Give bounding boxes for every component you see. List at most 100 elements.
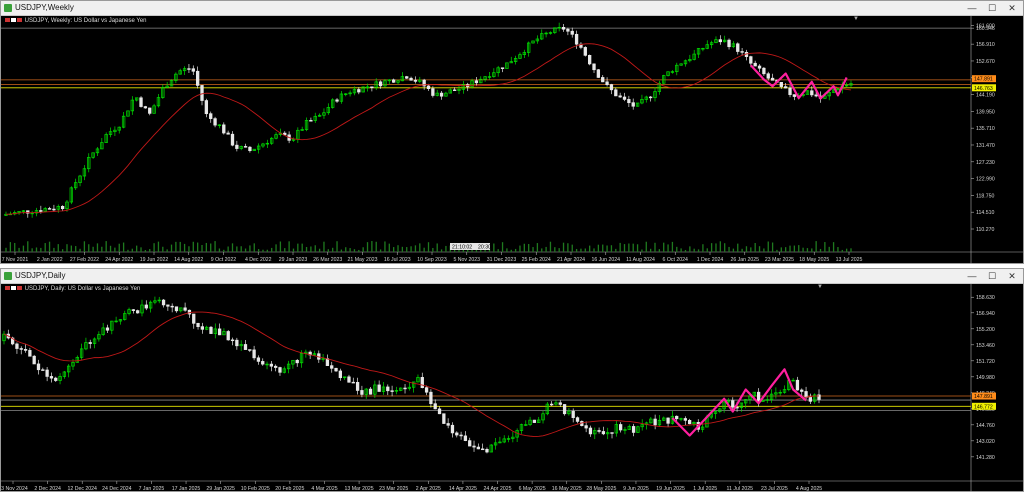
- candle: [204, 100, 209, 115]
- daily-info-text: USDJPY, Daily: US Dollar vs Japanese Yen: [24, 286, 141, 292]
- weekly-candlestick-chart[interactable]: 161.600160.946156.910152.670148.430144.1…: [1, 16, 1023, 264]
- candle: [347, 376, 351, 383]
- chart-shift-arrow-icon[interactable]: ▼: [817, 284, 823, 290]
- time-axis-label: 12 Dec 2024: [68, 486, 98, 492]
- candle: [437, 408, 442, 415]
- candle: [584, 425, 588, 429]
- price-axis-label: 127.230: [976, 160, 995, 166]
- time-marker-label: 21:10:02: [452, 245, 472, 251]
- time-axis-label: 9 Jun 2025: [623, 486, 649, 492]
- time-axis-label: 16 Jul 2023: [384, 257, 411, 263]
- candle: [618, 95, 622, 98]
- candle: [588, 54, 592, 65]
- candle: [575, 417, 580, 422]
- candle: [800, 389, 804, 392]
- flag-icon: [11, 286, 16, 290]
- candle: [217, 328, 222, 336]
- chart-shift-arrow-icon[interactable]: ▼: [853, 16, 859, 22]
- candle: [792, 94, 797, 97]
- daily-title-bar[interactable]: USDJPY,Daily — ☐ ✕: [1, 269, 1023, 284]
- candle: [817, 394, 821, 400]
- candle: [338, 370, 342, 379]
- candle: [248, 349, 252, 351]
- close-button[interactable]: ✕: [1005, 270, 1019, 282]
- time-axis-label: 18 May 2025: [799, 257, 829, 263]
- candle: [588, 427, 593, 435]
- time-axis-label: 2 Apr 2025: [416, 486, 441, 492]
- candle: [330, 365, 334, 369]
- candle: [463, 435, 468, 441]
- candle: [360, 390, 364, 395]
- candle: [386, 386, 390, 392]
- daily-chart-window[interactable]: USDJPY,Daily — ☐ ✕ 158.630 156.940 155.200…: [0, 268, 1024, 492]
- candle: [740, 51, 744, 53]
- candle: [574, 33, 579, 45]
- price-axis-label: 153.460: [976, 343, 995, 349]
- time-axis-label: 1 Dec 2024: [697, 257, 724, 263]
- time-axis-label: 10 Sep 2023: [417, 257, 447, 263]
- minimize-button[interactable]: —: [965, 270, 979, 282]
- candle: [295, 359, 299, 364]
- price-axis-label: 160.946: [976, 26, 995, 32]
- time-axis-label: 13 Mar 2025: [345, 486, 374, 492]
- candle: [653, 418, 657, 426]
- price-axis-label: 143.020: [976, 439, 995, 445]
- close-button[interactable]: ✕: [1005, 2, 1019, 14]
- candle: [804, 391, 808, 398]
- candle: [455, 432, 459, 436]
- candle: [405, 76, 409, 79]
- price-axis-label: 144.190: [976, 93, 995, 99]
- candle: [731, 400, 735, 408]
- candle: [248, 146, 252, 152]
- candle: [618, 424, 623, 431]
- time-axis-label: 9 Oct 2022: [211, 257, 236, 263]
- daily-candlestick-chart[interactable]: 158.630 156.940 155.200 153.460 151.720 149.9…: [1, 284, 1023, 492]
- time-axis-label: 26 Mar 2023: [313, 257, 342, 263]
- time-axis-label: 2 Dec 2024: [34, 486, 61, 492]
- candle: [468, 440, 472, 447]
- time-axis-label: 23 Mar 2025: [765, 257, 794, 263]
- candle: [571, 410, 575, 419]
- price-axis-label: 155.200: [976, 327, 995, 333]
- candle: [196, 322, 200, 328]
- candle: [19, 348, 23, 350]
- candle: [631, 426, 636, 433]
- minimize-button[interactable]: —: [965, 2, 979, 14]
- time-axis-label: 23 Mar 2025: [379, 486, 408, 492]
- candle: [810, 90, 814, 96]
- moving-average-line: [3, 311, 820, 437]
- chart-window-icon: [4, 272, 12, 280]
- candle: [200, 85, 204, 101]
- restore-button[interactable]: ☐: [985, 270, 999, 282]
- candle: [610, 432, 614, 434]
- time-axis-label: 24 Apr 2022: [105, 257, 133, 263]
- candle: [355, 382, 360, 391]
- time-axis-label: 24 Dec 2024: [102, 486, 132, 492]
- flag-icon: [17, 18, 22, 22]
- time-axis-label: 19 Jun 2022: [140, 257, 169, 263]
- time-axis-label: 21 May 2023: [348, 257, 378, 263]
- candle: [592, 63, 596, 71]
- candle: [762, 67, 766, 75]
- price-tag-yellow: 146.772: [974, 404, 993, 410]
- weekly-title-bar[interactable]: USDJPY,Weekly — ☐ ✕: [1, 1, 1023, 16]
- restore-button[interactable]: ☐: [985, 2, 999, 14]
- price-axis-label: 118.750: [976, 193, 994, 199]
- candle: [325, 358, 330, 367]
- candle: [39, 210, 43, 212]
- candle: [814, 94, 818, 97]
- candle: [675, 415, 679, 420]
- time-axis-label: 16 Jun 2024: [591, 257, 620, 263]
- time-axis-label: 21 Apr 2024: [557, 257, 585, 263]
- candle: [166, 304, 170, 307]
- weekly-chart-window[interactable]: USDJPY,Weekly — ☐ ✕ 161.600 160.946 156.91…: [0, 0, 1024, 264]
- candle: [784, 86, 788, 89]
- candle: [570, 30, 574, 35]
- time-axis-label: 26 Jan 2025: [730, 257, 759, 263]
- time-axis-label: 31 Dec 2023: [487, 257, 517, 263]
- candle: [426, 85, 431, 89]
- candle: [459, 434, 463, 437]
- candle: [476, 446, 480, 450]
- candle: [413, 79, 418, 82]
- candle: [213, 118, 217, 126]
